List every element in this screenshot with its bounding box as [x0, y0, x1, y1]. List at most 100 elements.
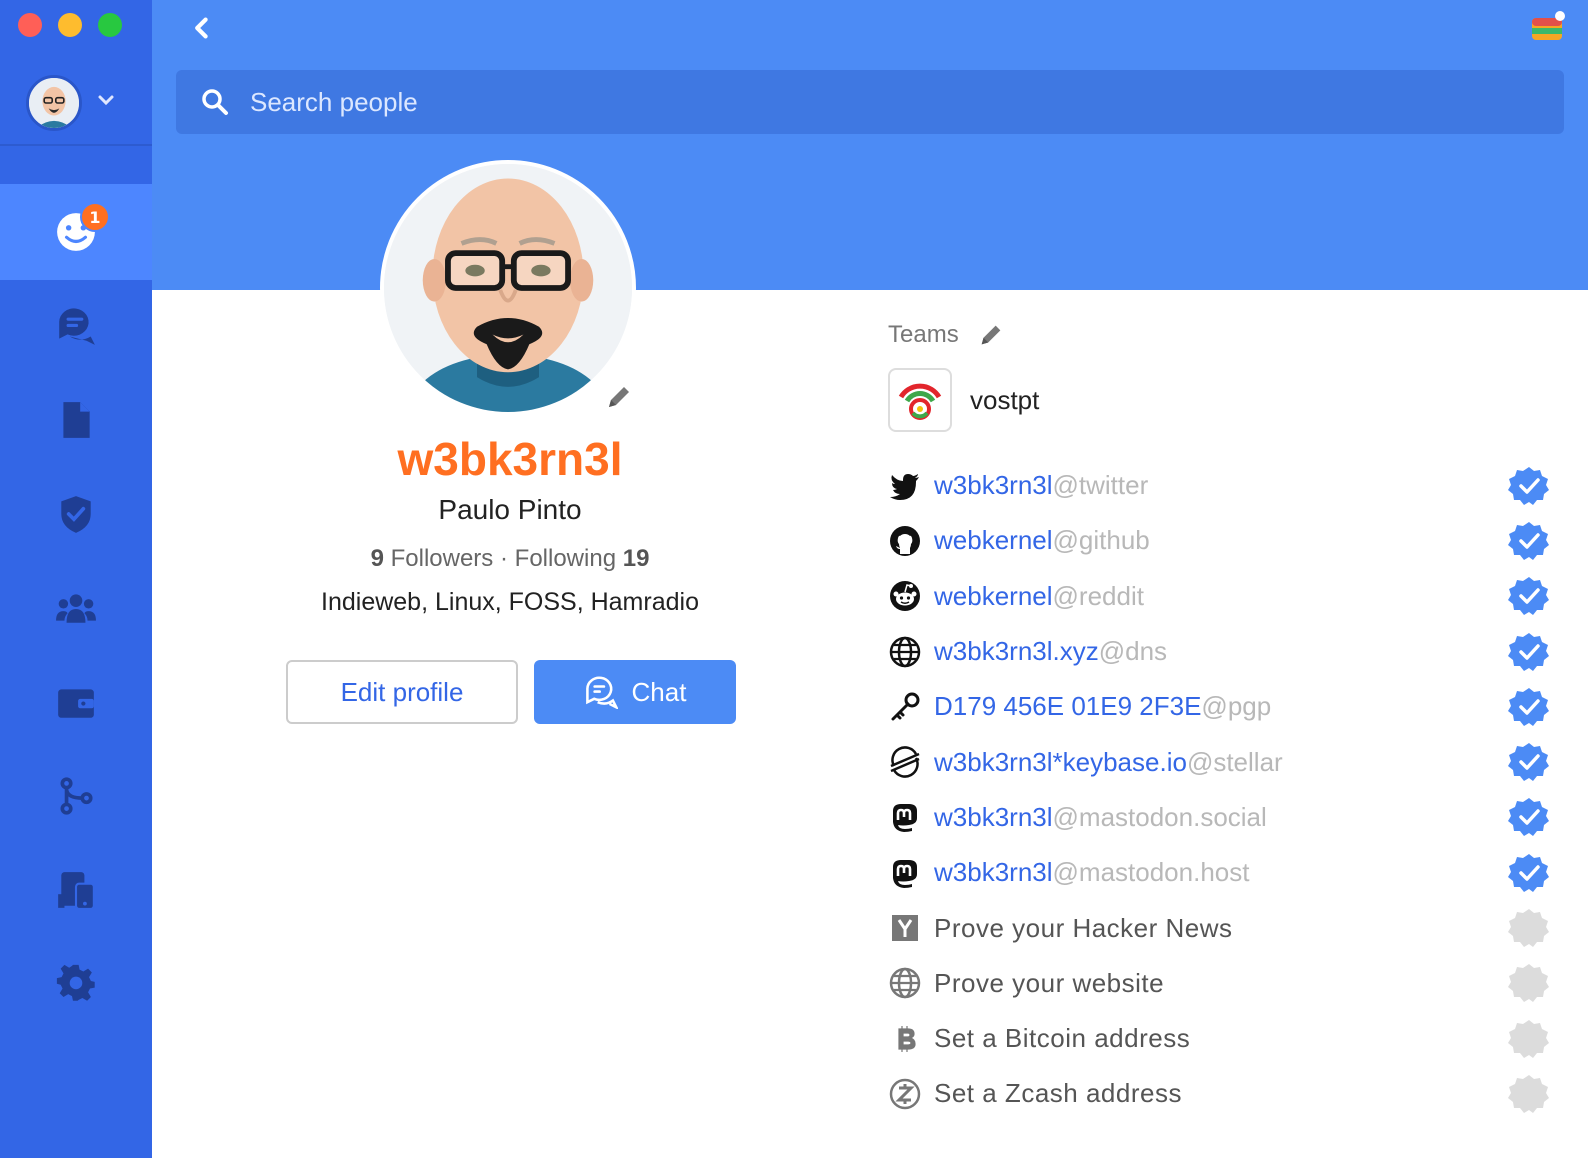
verified-badge-icon [1508, 687, 1549, 726]
github-icon [888, 524, 922, 558]
proof-username[interactable]: w3bk3rn3l.xyz [934, 636, 1099, 666]
proof-username[interactable]: w3bk3rn3l [934, 470, 1053, 500]
proof-row[interactable]: w3bk3rn3l@twitter [888, 458, 1568, 513]
globe-icon [888, 635, 922, 669]
sidebar-item-people[interactable]: 1 [0, 184, 152, 280]
team-logo [888, 368, 952, 432]
proof-row[interactable]: w3bk3rn3l@mastodon.social [888, 790, 1568, 845]
zcash-icon [888, 1077, 922, 1111]
prove-hackernews-row[interactable]: Prove your Hacker News [888, 900, 1568, 955]
account-switcher[interactable] [26, 75, 116, 131]
prompt-text: Set a Zcash address [934, 1078, 1182, 1109]
proof-row[interactable]: w3bk3rn3l@mastodon.host [888, 845, 1568, 900]
proof-username[interactable]: D179 456E 01E9 2F3E [934, 691, 1201, 721]
proof-row[interactable]: webkernel@reddit [888, 569, 1568, 624]
back-button[interactable] [182, 8, 222, 48]
unverified-badge-icon [1508, 964, 1549, 1003]
proof-row[interactable]: w3bk3rn3l*keybase.io@stellar [888, 734, 1568, 789]
chat-label: Chat [631, 676, 687, 707]
profile-username: w3bk3rn3l [397, 433, 623, 485]
key-icon [888, 690, 922, 724]
follow-stats: 9 Followers · Following 19 [152, 545, 868, 573]
devices-icon [58, 872, 95, 910]
team-name: vostpt [970, 384, 1040, 415]
proof-service: @twitter [1052, 470, 1149, 501]
followers-label[interactable]: Followers [391, 545, 494, 572]
profile-bio: Indieweb, Linux, FOSS, Hamradio [321, 588, 699, 616]
sidebar-item-devices[interactable] [0, 842, 152, 938]
file-icon [63, 402, 90, 438]
profile-details: Teams vostpt w3bk3rn3l@twitter webkernel… [888, 318, 1568, 1122]
sidebar-item-chat[interactable] [0, 278, 152, 374]
zoom-window-button[interactable] [98, 13, 122, 37]
hackernews-icon [888, 911, 922, 945]
twitter-icon [888, 469, 922, 503]
proof-service: @dns [1098, 636, 1168, 667]
account-avatar [26, 75, 82, 131]
mastodon-icon [888, 800, 922, 834]
followers-count[interactable]: 9 [371, 545, 384, 572]
proof-service: @mastodon.host [1052, 857, 1250, 888]
reddit-icon [888, 579, 922, 613]
sidebar-item-settings[interactable] [0, 936, 152, 1032]
app-status-icon[interactable] [1530, 10, 1566, 42]
chevron-down-icon [96, 90, 116, 116]
proof-username[interactable]: w3bk3rn3l [934, 802, 1053, 832]
follow-separator: · [499, 545, 508, 572]
shield-check-icon [61, 496, 91, 533]
teams-label: Teams [888, 321, 959, 348]
verified-badge-icon [1508, 577, 1549, 616]
window-controls [18, 13, 122, 37]
unverified-badge-icon [1508, 909, 1549, 948]
sidebar-item-teams[interactable] [0, 560, 152, 656]
edit-avatar-button[interactable] [604, 382, 634, 412]
close-window-button[interactable] [18, 13, 42, 37]
set-bitcoin-row[interactable]: Set a Bitcoin address [888, 1011, 1568, 1066]
proof-service: @stellar [1186, 746, 1283, 777]
sidebar-item-files[interactable] [0, 372, 152, 468]
edit-profile-label: Edit profile [340, 676, 464, 707]
sidebar-item-wallet[interactable] [0, 654, 152, 750]
search-bar[interactable]: Search people [176, 70, 1564, 134]
pencil-icon [609, 387, 629, 407]
bitcoin-icon [888, 1022, 922, 1056]
sidebar-divider [0, 144, 152, 146]
proof-row[interactable]: w3bk3rn3l.xyz@dns [888, 624, 1568, 679]
prompt-text: Prove your Hacker News [934, 912, 1233, 943]
chat-button[interactable]: Chat [534, 660, 736, 724]
proof-row[interactable]: D179 456E 01E9 2F3E@pgp [888, 679, 1568, 734]
search-input[interactable]: Search people [250, 87, 418, 118]
search-icon [202, 89, 228, 115]
sidebar: 1 [0, 0, 152, 1158]
prompt-text: Prove your website [934, 967, 1165, 998]
following-count[interactable]: 19 [623, 545, 650, 572]
proof-username[interactable]: webkernel [934, 525, 1053, 555]
identity-proofs: w3bk3rn3l@twitter webkernel@github webke… [888, 458, 1568, 1122]
team-item-vostpt[interactable]: vostpt [888, 368, 1568, 432]
team-icon [56, 594, 96, 623]
globe-icon [888, 966, 922, 1000]
proof-service: @mastodon.social [1052, 801, 1267, 832]
stellar-icon [888, 745, 922, 779]
edit-profile-button[interactable]: Edit profile [286, 660, 518, 724]
proof-username[interactable]: w3bk3rn3l*keybase.io [934, 747, 1187, 777]
profile-header: Search people [152, 0, 1588, 290]
following-label[interactable]: Following [515, 545, 616, 572]
unverified-badge-icon [1508, 1074, 1549, 1113]
verified-badge-icon [1508, 521, 1549, 560]
sidebar-item-crypto[interactable] [0, 466, 152, 562]
proof-username[interactable]: w3bk3rn3l [934, 857, 1053, 887]
sidebar-item-git[interactable] [0, 748, 152, 844]
proof-row[interactable]: webkernel@github [888, 513, 1568, 568]
prompt-text: Set a Bitcoin address [934, 1023, 1191, 1054]
mastodon-icon [888, 856, 922, 890]
minimize-window-button[interactable] [58, 13, 82, 37]
proof-username[interactable]: webkernel [934, 581, 1053, 611]
verified-badge-icon [1508, 743, 1549, 782]
prove-website-row[interactable]: Prove your website [888, 956, 1568, 1011]
profile-full-name: Paulo Pinto [438, 494, 582, 525]
set-zcash-row[interactable]: Set a Zcash address [888, 1066, 1568, 1121]
edit-teams-icon[interactable] [977, 321, 1005, 349]
proof-service: @github [1052, 525, 1150, 556]
git-branch-icon [60, 777, 93, 815]
